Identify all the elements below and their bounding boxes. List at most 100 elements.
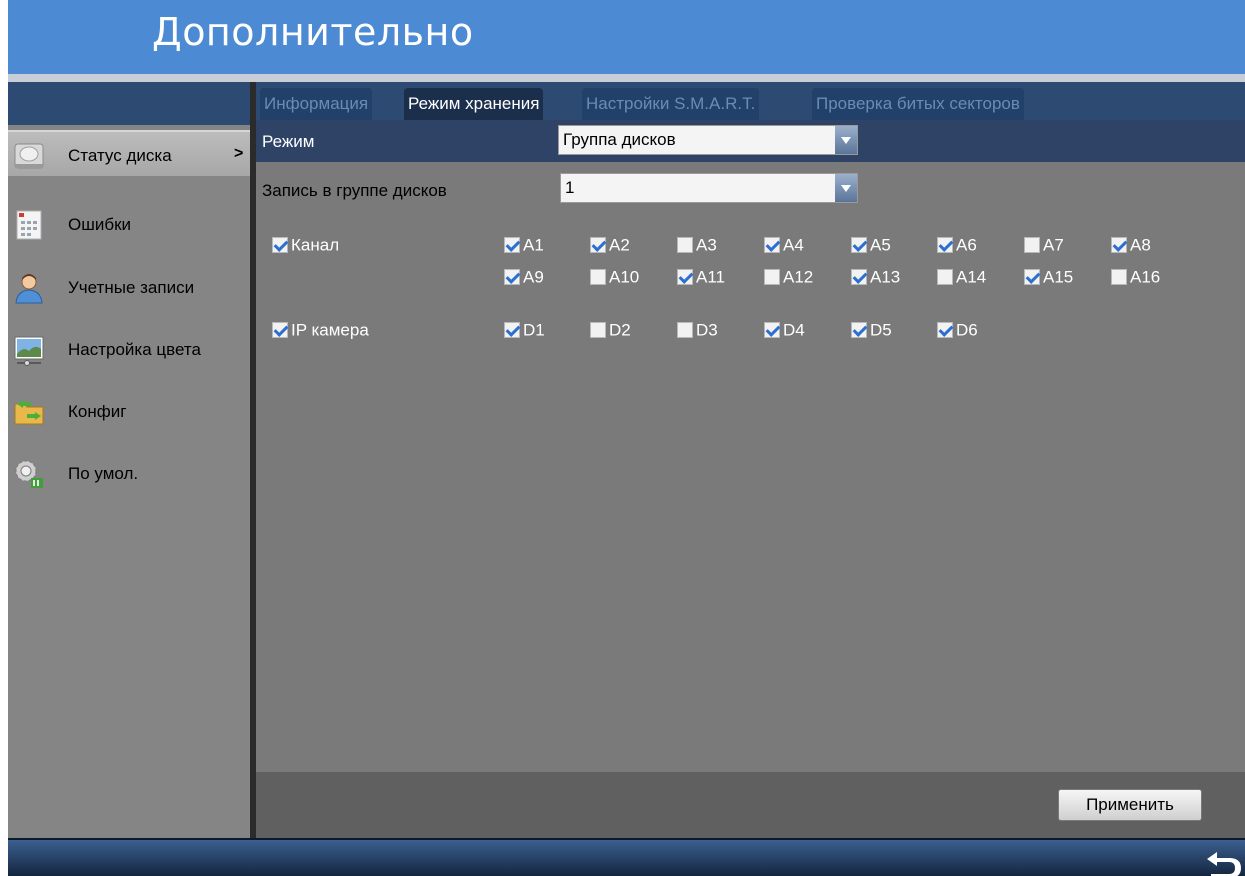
channel-checkbox-a7[interactable]: A7 xyxy=(1024,234,1064,256)
channel-checkbox-a15[interactable]: A15 xyxy=(1024,266,1073,288)
channel-checkbox-label: A2 xyxy=(609,235,630,255)
checkbox-icon[interactable] xyxy=(764,268,780,285)
page-title: Дополнительно xyxy=(152,10,474,54)
checkbox-icon[interactable] xyxy=(1024,268,1040,285)
channel-checkbox-label: A1 xyxy=(523,235,544,255)
checkbox-icon[interactable] xyxy=(677,321,693,338)
ipcam-checkbox-label: D2 xyxy=(609,320,631,340)
ipcam-all-checkbox[interactable]: IP камера xyxy=(272,319,369,341)
checkbox-icon[interactable] xyxy=(937,268,953,285)
ipcam-checkbox-d4[interactable]: D4 xyxy=(764,319,805,341)
sidebar: Статус диска > Ошибки Учетные записи Нас… xyxy=(8,125,250,838)
checkbox-icon[interactable] xyxy=(272,321,288,338)
sidebar-item-disk-status[interactable]: Статус диска > xyxy=(8,130,250,176)
color-adjust-icon xyxy=(14,336,44,366)
channel-checkbox-label: A6 xyxy=(956,235,977,255)
ipcam-checkbox-d3[interactable]: D3 xyxy=(677,319,718,341)
disk-group-value: 1 xyxy=(565,178,575,197)
sidebar-item-default[interactable]: По умол. xyxy=(8,450,250,496)
sidebar-item-accounts[interactable]: Учетные записи xyxy=(8,264,250,310)
checkbox-icon[interactable] xyxy=(504,236,520,253)
sidebar-item-label: Настройка цвета xyxy=(68,340,201,359)
mode-select-value: Группа дисков xyxy=(563,130,676,149)
checkbox-icon[interactable] xyxy=(677,236,693,253)
checkbox-icon[interactable] xyxy=(1024,236,1040,253)
channel-checkbox-label: A3 xyxy=(696,235,717,255)
mode-select[interactable]: Группа дисков xyxy=(558,125,858,155)
ipcam-checkbox-label: D1 xyxy=(523,320,545,340)
ipcam-checkbox-d2[interactable]: D2 xyxy=(590,319,631,341)
ipcam-checkbox-d5[interactable]: D5 xyxy=(851,319,892,341)
tab-smart-settings[interactable]: Настройки S.M.A.R.T. xyxy=(582,88,760,120)
ipcam-label: IP камера xyxy=(291,320,369,340)
channel-checkbox-a3[interactable]: A3 xyxy=(677,234,717,256)
channel-checkbox-a2[interactable]: A2 xyxy=(590,234,630,256)
disk-group-select[interactable]: 1 xyxy=(560,173,858,203)
checkbox-icon[interactable] xyxy=(937,236,953,253)
channel-checkbox-label: A9 xyxy=(523,267,544,287)
back-arrow-icon[interactable] xyxy=(1201,846,1245,876)
channel-all-checkbox[interactable]: Канал xyxy=(272,234,339,256)
channel-checkbox-a14[interactable]: A14 xyxy=(937,266,986,288)
channel-checkbox-label: A12 xyxy=(783,267,814,287)
disk-icon xyxy=(14,143,44,169)
sidebar-item-label: Конфиг xyxy=(68,402,127,421)
sidebar-item-color[interactable]: Настройка цвета xyxy=(8,326,250,372)
config-folder-icon xyxy=(14,400,44,425)
channel-checkbox-a8[interactable]: A8 xyxy=(1111,234,1151,256)
ipcam-checkbox-d1[interactable]: D1 xyxy=(504,319,545,341)
mode-row: Режим Группа дисков xyxy=(256,120,1245,162)
sidebar-item-errors[interactable]: Ошибки xyxy=(8,201,250,247)
group-label: Запись в группе дисков xyxy=(262,181,447,200)
title-bar: Дополнительно xyxy=(8,0,1245,74)
channel-checkbox-a6[interactable]: A6 xyxy=(937,234,977,256)
sidebar-item-config[interactable]: Конфиг xyxy=(8,388,250,434)
checkbox-icon[interactable] xyxy=(677,268,693,285)
dropdown-arrow-icon[interactable] xyxy=(835,174,857,202)
checkbox-icon[interactable] xyxy=(851,268,867,285)
channel-checkbox-a1[interactable]: A1 xyxy=(504,234,544,256)
apply-button[interactable]: Применить xyxy=(1058,789,1202,821)
sidebar-item-label: Ошибки xyxy=(68,215,132,234)
tab-bad-sector-check[interactable]: Проверка битых секторов xyxy=(812,88,1024,120)
checkbox-icon[interactable] xyxy=(590,236,606,253)
sidebar-item-label: Учетные записи xyxy=(68,278,195,297)
chevron-right-icon: > xyxy=(234,145,244,162)
channel-checkbox-a12[interactable]: A12 xyxy=(764,266,813,288)
header-divider xyxy=(8,74,1245,82)
error-list-icon xyxy=(16,210,42,240)
user-icon xyxy=(15,274,43,304)
ipcam-checkbox-label: D6 xyxy=(956,320,978,340)
checkbox-icon[interactable] xyxy=(851,236,867,253)
channel-checkbox-label: A5 xyxy=(870,235,891,255)
ipcam-checkbox-label: D4 xyxy=(783,320,805,340)
channel-checkbox-a9[interactable]: A9 xyxy=(504,266,544,288)
checkbox-icon[interactable] xyxy=(937,321,953,338)
checkbox-icon[interactable] xyxy=(590,268,606,285)
checkbox-icon[interactable] xyxy=(851,321,867,338)
checkbox-icon[interactable] xyxy=(590,321,606,338)
checkbox-icon[interactable] xyxy=(504,268,520,285)
channel-checkbox-a4[interactable]: A4 xyxy=(764,234,804,256)
checkbox-icon[interactable] xyxy=(1111,236,1127,253)
channel-checkbox-a10[interactable]: A10 xyxy=(590,266,639,288)
channel-checkbox-label: A8 xyxy=(1130,235,1151,255)
checkbox-icon[interactable] xyxy=(764,321,780,338)
channel-checkbox-a16[interactable]: A16 xyxy=(1111,266,1160,288)
gear-reset-icon xyxy=(15,460,43,488)
mode-label: Режим xyxy=(262,132,315,151)
checkbox-icon[interactable] xyxy=(764,236,780,253)
channel-checkbox-a11[interactable]: A11 xyxy=(677,266,725,288)
checkbox-icon[interactable] xyxy=(1111,268,1127,285)
channel-checkbox-label: A11 xyxy=(696,267,725,287)
dropdown-arrow-icon[interactable] xyxy=(835,126,857,154)
tab-info[interactable]: Информация xyxy=(260,88,373,120)
tab-storage-mode[interactable]: Режим хранения xyxy=(404,88,544,120)
checkbox-icon[interactable] xyxy=(504,321,520,338)
channel-label: Канал xyxy=(291,235,340,255)
ipcam-checkbox-d6[interactable]: D6 xyxy=(937,319,978,341)
channel-checkbox-a5[interactable]: A5 xyxy=(851,234,891,256)
sidebar-item-label: Статус диска xyxy=(68,146,172,165)
checkbox-icon[interactable] xyxy=(272,236,288,253)
channel-checkbox-a13[interactable]: A13 xyxy=(851,266,900,288)
